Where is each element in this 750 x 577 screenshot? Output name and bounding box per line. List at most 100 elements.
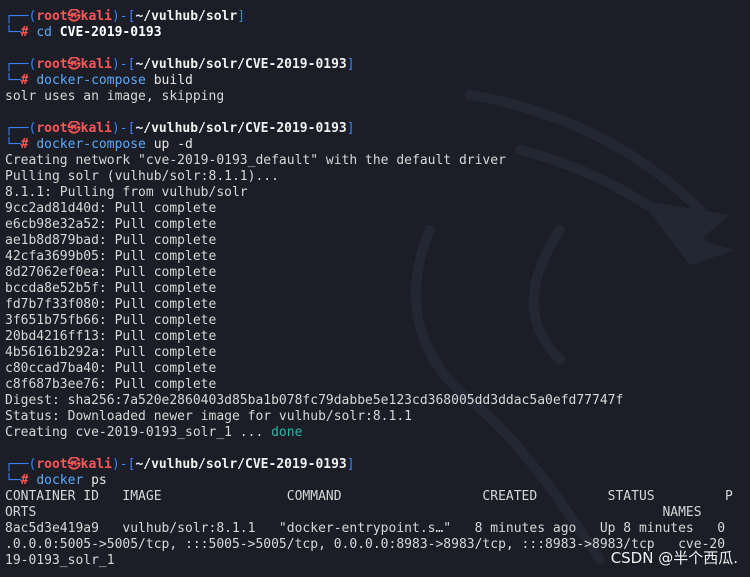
output-text: Creating network "cve-2019-0193_default"…	[5, 153, 506, 168]
prompt-decoration: └─	[5, 473, 21, 488]
output-line: Creating cve-2019-0193_solr_1 ... done	[5, 425, 302, 441]
prompt-decoration: #	[20, 137, 37, 152]
output-line: 4b56161b292a: Pull complete	[5, 345, 216, 361]
output-text: CONTAINER ID IMAGE COMMAND CREATED STATU…	[5, 489, 733, 504]
prompt-header-line: ┌──(root㉿kali)-[~/vulhub/solr/CVE-2019-0…	[5, 457, 355, 473]
prompt-decoration: #	[20, 25, 37, 40]
prompt-user: root	[36, 57, 68, 72]
command-line: └─# docker ps	[5, 473, 107, 489]
prompt-decoration	[146, 137, 154, 152]
output-line: 8.1.1: Pulling from vulhub/solr	[5, 185, 248, 201]
output-line: e6cb98e32a52: Pull complete	[5, 217, 216, 233]
output-line: 19-0193_solr_1	[5, 553, 115, 569]
prompt-decoration: ]	[237, 9, 246, 24]
prompt-decoration: └─	[5, 73, 21, 88]
command-args: ps	[91, 473, 107, 488]
output-line: CONTAINER ID IMAGE COMMAND CREATED STATU…	[5, 489, 733, 505]
prompt-path: ~/vulhub/solr	[135, 9, 238, 24]
prompt-decoration: #	[20, 73, 37, 88]
command-name: cd	[36, 25, 52, 40]
prompt-decoration: ┌──(	[5, 121, 37, 136]
output-text: 8d27062ef0ea: Pull complete	[5, 265, 217, 280]
prompt-decoration: )-[	[111, 9, 136, 24]
prompt-host: kali	[80, 9, 112, 24]
output-line: Digest: sha256:7a520e2860403d85ba1b078fc…	[5, 393, 623, 409]
command-name: docker-compose	[36, 73, 146, 88]
prompt-header-line: ┌──(root㉿kali)-[~/vulhub/solr/CVE-2019-0…	[5, 121, 355, 137]
prompt-skull-icon: ㉿	[67, 57, 81, 72]
output-text: 8ac5d3e419a9 vulhub/solr:8.1.1 "docker-e…	[5, 521, 726, 536]
output-text: 8.1.1: Pulling from vulhub/solr	[5, 185, 248, 200]
output-text: c80ccad7ba40: Pull complete	[5, 361, 217, 376]
prompt-decoration: ]	[346, 457, 355, 472]
command-args: CVE-2019-0193	[59, 25, 162, 40]
prompt-skull-icon: ㉿	[67, 121, 81, 136]
output-line: c8f687b3ee76: Pull complete	[5, 377, 216, 393]
command-line: └─# cd CVE-2019-0193	[5, 25, 162, 41]
prompt-header-line: ┌──(root㉿kali)-[~/vulhub/solr/CVE-2019-0…	[5, 57, 355, 73]
prompt-header-line: ┌──(root㉿kali)-[~/vulhub/solr]	[5, 9, 245, 25]
prompt-decoration	[52, 25, 60, 40]
command-args: build	[153, 73, 193, 88]
prompt-decoration: )-[	[111, 121, 136, 136]
output-line: ae1b8d879bad: Pull complete	[5, 233, 216, 249]
prompt-host: kali	[80, 121, 112, 136]
output-line: 8d27062ef0ea: Pull complete	[5, 265, 216, 281]
output-line: 9cc2ad81d40d: Pull complete	[5, 201, 216, 217]
output-line: 42cfa3699b05: Pull complete	[5, 249, 216, 265]
output-line: ORTS NAMES	[5, 505, 702, 521]
output-text: fd7b7f33f080: Pull complete	[5, 297, 217, 312]
output-text: ORTS NAMES	[5, 505, 702, 520]
prompt-host: kali	[80, 457, 112, 472]
output-line: solr uses an image, skipping	[5, 89, 224, 105]
prompt-decoration	[83, 473, 91, 488]
output-line: bccda8e52b5f: Pull complete	[5, 281, 216, 297]
output-line: fd7b7f33f080: Pull complete	[5, 297, 216, 313]
prompt-decoration	[146, 73, 154, 88]
output-text: bccda8e52b5f: Pull complete	[5, 281, 217, 296]
prompt-path: ~/vulhub/solr/CVE-2019-0193	[135, 457, 347, 472]
prompt-path: ~/vulhub/solr/CVE-2019-0193	[135, 57, 347, 72]
output-text: 4b56161b292a: Pull complete	[5, 345, 217, 360]
output-text: ae1b8d879bad: Pull complete	[5, 233, 217, 248]
output-text: 9cc2ad81d40d: Pull complete	[5, 201, 217, 216]
prompt-skull-icon: ㉿	[67, 457, 81, 472]
command-name: docker	[36, 473, 84, 488]
command-line: └─# docker-compose build	[5, 73, 193, 89]
csdn-watermark: CSDN @半个西瓜.	[610, 549, 738, 567]
command-line: └─# docker-compose up -d	[5, 137, 193, 153]
prompt-host: kali	[80, 57, 112, 72]
output-line: 20bd4216ff13: Pull complete	[5, 329, 216, 345]
output-line: Status: Downloaded newer image for vulhu…	[5, 409, 412, 425]
prompt-decoration: └─	[5, 25, 21, 40]
output-text: 3f651b75fb66: Pull complete	[5, 313, 217, 328]
prompt-user: root	[36, 121, 68, 136]
prompt-user: root	[36, 9, 68, 24]
output-text: 42cfa3699b05: Pull complete	[5, 249, 217, 264]
output-line: 3f651b75fb66: Pull complete	[5, 313, 216, 329]
output-text: Digest: sha256:7a520e2860403d85ba1b078fc…	[5, 393, 624, 408]
prompt-decoration: └─	[5, 137, 21, 152]
prompt-path: ~/vulhub/solr/CVE-2019-0193	[135, 121, 347, 136]
terminal-window[interactable]: ┌──(root㉿kali)-[~/vulhub/solr] └─# cd CVE…	[0, 0, 750, 577]
prompt-decoration: ┌──(	[5, 457, 37, 472]
output-text: e6cb98e32a52: Pull complete	[5, 217, 217, 232]
output-text: Creating cve-2019-0193_solr_1 ...	[5, 425, 272, 440]
prompt-decoration: )-[	[111, 457, 136, 472]
status-done: done	[271, 425, 303, 440]
command-name: docker-compose	[36, 137, 146, 152]
output-text: Status: Downloaded newer image for vulhu…	[5, 409, 412, 424]
output-line: Pulling solr (vulhub/solr:8.1.1)...	[5, 169, 279, 185]
prompt-decoration: ]	[346, 121, 355, 136]
output-text: 20bd4216ff13: Pull complete	[5, 329, 217, 344]
output-text: c8f687b3ee76: Pull complete	[5, 377, 217, 392]
command-args: up -d	[153, 137, 193, 152]
output-line: Creating network "cve-2019-0193_default"…	[5, 153, 506, 169]
prompt-decoration: #	[20, 473, 37, 488]
output-line: 8ac5d3e419a9 vulhub/solr:8.1.1 "docker-e…	[5, 521, 725, 537]
output-text: Pulling solr (vulhub/solr:8.1.1)...	[5, 169, 279, 184]
output-text: 19-0193_solr_1	[5, 553, 115, 568]
prompt-decoration: )-[	[111, 57, 136, 72]
output-line: c80ccad7ba40: Pull complete	[5, 361, 216, 377]
prompt-decoration: ┌──(	[5, 57, 37, 72]
